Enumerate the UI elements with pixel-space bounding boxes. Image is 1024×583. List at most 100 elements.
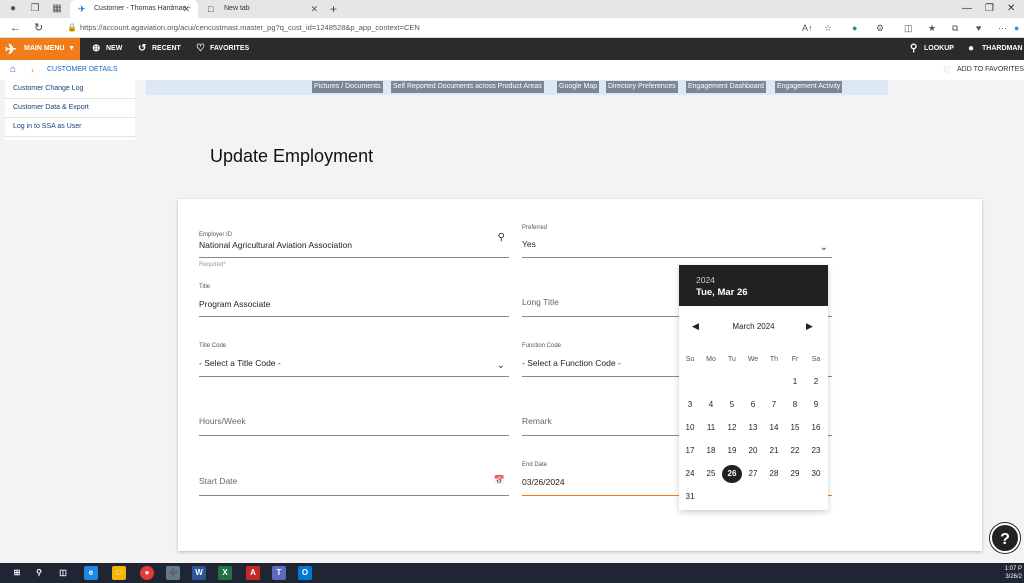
employer-id-field[interactable]: Employer ID National Agricultural Aviati… [199,228,509,258]
more-icon[interactable]: ⋯ [998,20,1007,36]
edge-icon[interactable]: e [84,566,98,580]
extensions-icon[interactable]: ⚙ [876,20,884,36]
calendar-day[interactable]: 28 [764,465,784,483]
calendar-day[interactable]: 9 [806,396,826,414]
calendar-day[interactable]: 2 [806,373,826,391]
minimize-icon[interactable]: — [962,0,972,18]
breadcrumb-customer-details[interactable]: CUSTOMER DETAILS [47,63,118,77]
new-tab-icon[interactable]: + [330,0,337,18]
calendar-day[interactable]: 27 [743,465,763,483]
calendar-day[interactable]: 14 [764,419,784,437]
close-tab-icon[interactable]: ✕ [310,0,318,18]
link-engagement-activity[interactable]: Engagement Activity [775,81,843,93]
calendar-day[interactable]: 18 [701,442,721,460]
title-field[interactable]: Title Program Associate [199,281,509,317]
calendar-day[interactable]: 11 [701,419,721,437]
calendar-day[interactable]: 20 [743,442,763,460]
refresh-icon[interactable]: ↻ [34,20,43,36]
tab-customer[interactable]: ✈ Customer - Thomas Hardman - ✕ [70,0,198,18]
acrobat-icon[interactable]: A [246,566,260,580]
link-engagement-dashboard[interactable]: Engagement Dashboard [686,81,766,93]
calendar-day[interactable]: 15 [785,419,805,437]
calendar-day[interactable]: 3 [680,396,700,414]
link-self-reported-documents[interactable]: Self Reported Documents across Product A… [391,81,544,93]
calendar-day[interactable]: 24 [680,465,700,483]
calendar-day[interactable]: 6 [743,396,763,414]
tab-actions-icon[interactable]: ▦ [50,2,64,16]
workspaces-icon[interactable]: ❐ [28,2,42,16]
back-icon[interactable]: ← [10,20,21,36]
preferred-label: Preferred [522,225,548,231]
calendar-day[interactable]: 8 [785,396,805,414]
link-directory-preferences[interactable]: Directory Preferences [606,81,678,93]
search-icon[interactable]: ⚲ [32,566,46,580]
help-button[interactable]: ? [990,523,1020,553]
calendar-day[interactable]: 19 [722,442,742,460]
datepicker-year[interactable]: 2024 [696,275,715,285]
tab-new-tab[interactable]: □ New tab ✕ [200,0,326,18]
sidebar-item-login-ssa[interactable]: Log in to SSA as User [5,118,135,137]
close-tab-icon[interactable]: ✕ [182,0,190,18]
lookup-button[interactable]: ⚲ LOOKUP [910,38,954,60]
sidebar-item-customer-data-export[interactable]: Customer Data & Export [5,99,135,118]
calendar-day[interactable]: 13 [743,419,763,437]
calendar-day[interactable]: 31 [680,488,700,506]
link-google-map[interactable]: Google Map [557,81,600,93]
calculator-icon[interactable]: ➕ [166,566,180,580]
calendar-day[interactable]: 25 [701,465,721,483]
calendar-day-selected[interactable]: 26 [722,465,742,483]
calendar-day[interactable]: 16 [806,419,826,437]
split-screen-icon[interactable]: ◫ [904,20,913,36]
next-month-icon[interactable]: ▶ [806,321,813,332]
calendar-day[interactable]: 10 [680,419,700,437]
calendar-day[interactable]: 12 [722,419,742,437]
main-menu-button[interactable]: ✈ MAIN MENU ▼ [0,38,80,60]
profile-icon[interactable]: ● [6,2,20,16]
calendar-day[interactable]: 29 [785,465,805,483]
browser-essentials-icon[interactable]: ♥ [976,20,981,36]
favorites-icon[interactable]: ★ [928,20,936,36]
calendar-day[interactable]: 4 [701,396,721,414]
extension-icon[interactable]: ● [852,20,857,36]
calendar-day[interactable]: 7 [764,396,784,414]
user-menu-button[interactable]: ● THARDMAN [968,38,1022,60]
chrome-icon[interactable]: ● [140,566,154,580]
favorite-star-icon[interactable]: ☆ [824,20,832,36]
link-pictures-documents[interactable]: Pictures / Documents [312,81,383,93]
add-to-favorites-button[interactable]: ♡ ADD TO FAVORITES [943,63,1024,77]
word-icon[interactable]: W [192,566,206,580]
hours-week-field[interactable]: Hours/Week [199,400,509,436]
restore-icon[interactable]: ❐ [985,0,994,18]
calendar-day[interactable]: 5 [722,396,742,414]
calendar-day[interactable]: 22 [785,442,805,460]
url-field[interactable]: 🔒 https://account.agaviation.org/acui/ce… [64,20,844,36]
read-aloud-icon[interactable]: A↑ [802,20,813,36]
copilot-icon[interactable]: ● [1014,20,1019,36]
calendar-day[interactable]: 17 [680,442,700,460]
new-button[interactable]: ⊕ NEW [92,38,122,60]
sidebar-item-customer-change-log[interactable]: Customer Change Log [5,80,135,99]
teams-icon[interactable]: T [272,566,286,580]
close-window-icon[interactable]: ✕ [1007,0,1015,18]
start-date-field[interactable]: Start Date 📅 [199,459,509,496]
excel-icon[interactable]: X [218,566,232,580]
search-icon[interactable]: ⚲ [498,232,505,243]
calendar-day[interactable]: 23 [806,442,826,460]
calendar-icon[interactable]: 📅 [494,475,505,486]
home-icon[interactable]: ⌂ [10,63,16,77]
preferred-select[interactable]: Preferred Yes ⌄ [522,222,832,258]
file-explorer-icon[interactable]: □ [112,566,126,580]
calendar-day[interactable]: 21 [764,442,784,460]
user-icon: ● [968,43,975,54]
outlook-icon[interactable]: O [298,566,312,580]
task-view-icon[interactable]: ◫ [56,566,70,580]
add-to-favorites-label: ADD TO FAVORITES [957,66,1024,73]
title-code-select[interactable]: Title Code - Select a Title Code - ⌄ [199,340,509,377]
collections-icon[interactable]: ⧉ [952,20,958,36]
calendar-day[interactable]: 30 [806,465,826,483]
favorites-button[interactable]: ♡ FAVORITES [196,38,249,60]
system-clock[interactable]: 1:07 P 3/26/2 [1005,565,1022,581]
windows-start-icon[interactable]: ⊞ [10,566,24,580]
calendar-day[interactable]: 1 [785,373,805,391]
recent-button[interactable]: ↺ RECENT [138,38,181,60]
